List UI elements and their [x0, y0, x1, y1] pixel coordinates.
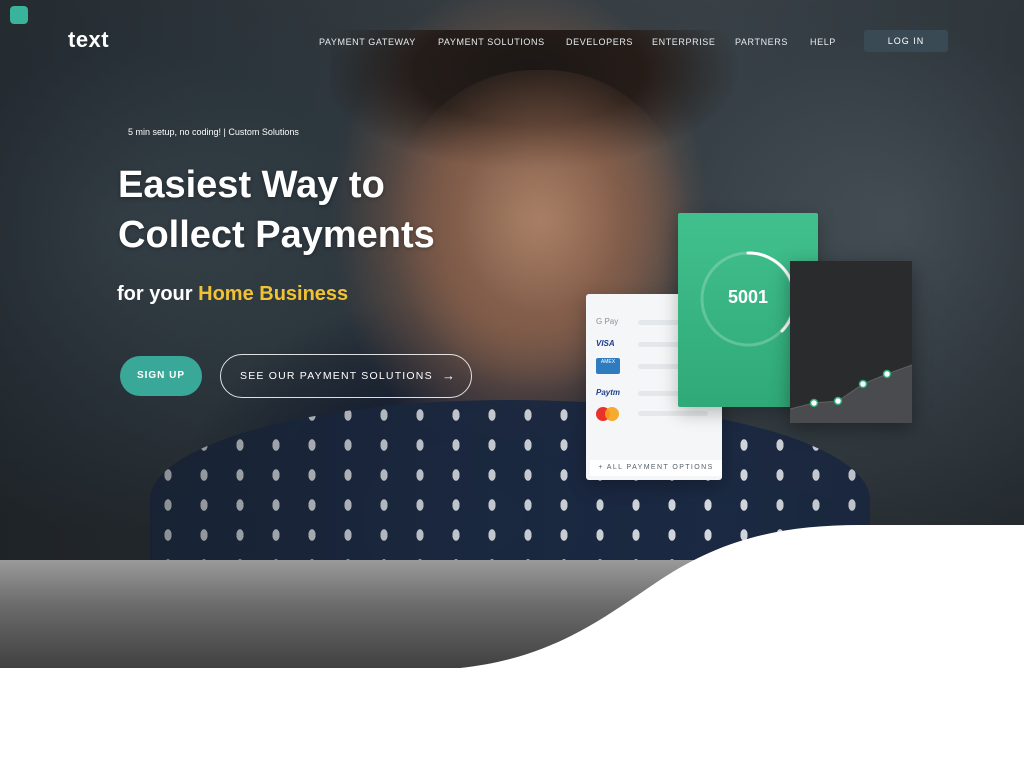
nav-help[interactable]: HELP	[810, 33, 836, 51]
all-payment-options-link[interactable]: + ALL PAYMENT OPTIONS	[590, 460, 722, 476]
nav-payment-gateway[interactable]: PAYMENT GATEWAY	[319, 33, 416, 51]
hero-wave-divider	[460, 525, 1024, 668]
nav-enterprise[interactable]: ENTERPRISE	[652, 33, 716, 51]
hero-headline-line2: Collect Payments	[118, 214, 435, 256]
visa-logo: VISA	[596, 339, 615, 348]
hero-headline: Easiest Way to Collect Payments	[118, 160, 538, 260]
see-payment-solutions-button[interactable]: SEE OUR PAYMENT SOLUTIONS →	[220, 354, 472, 398]
growth-line-chart-icon	[790, 364, 912, 423]
nav-payment-solutions[interactable]: PAYMENT SOLUTIONS	[438, 33, 545, 51]
see-payment-solutions-label: SEE OUR PAYMENT SOLUTIONS	[240, 370, 433, 382]
hero-subheading-prefix: for your	[117, 283, 193, 305]
paytm-logo: Paytm	[596, 388, 621, 397]
transactions-counter-value: 5001	[727, 287, 769, 307]
login-button[interactable]: LOG IN	[864, 30, 948, 52]
hero-subheading: for your Home Business	[117, 281, 348, 307]
payment-method-bar	[638, 411, 708, 416]
hero-subheading-highlight: Home Business	[198, 283, 349, 305]
arrow-right-icon: →	[442, 368, 457, 383]
mastercard-logo-icon	[596, 407, 622, 421]
hero-tagline: 5 min setup, no coding! | Custom Solutio…	[128, 127, 299, 137]
growth-chart-card	[790, 261, 912, 423]
sign-up-button[interactable]: SIGN UP	[120, 356, 202, 396]
mastercard-circle-orange	[605, 407, 619, 421]
amex-logo: AMEX	[596, 358, 620, 374]
gpay-logo: G Pay	[596, 317, 619, 326]
nav-developers[interactable]: DEVELOPERS	[566, 33, 633, 51]
hero-headline-line1: Easiest Way to	[118, 164, 385, 206]
brand-logo-icon	[10, 6, 28, 24]
brand-logo[interactable]	[4, 2, 182, 28]
nav-partners[interactable]: PARTNERS	[735, 33, 788, 51]
payment-method-row	[596, 405, 712, 421]
